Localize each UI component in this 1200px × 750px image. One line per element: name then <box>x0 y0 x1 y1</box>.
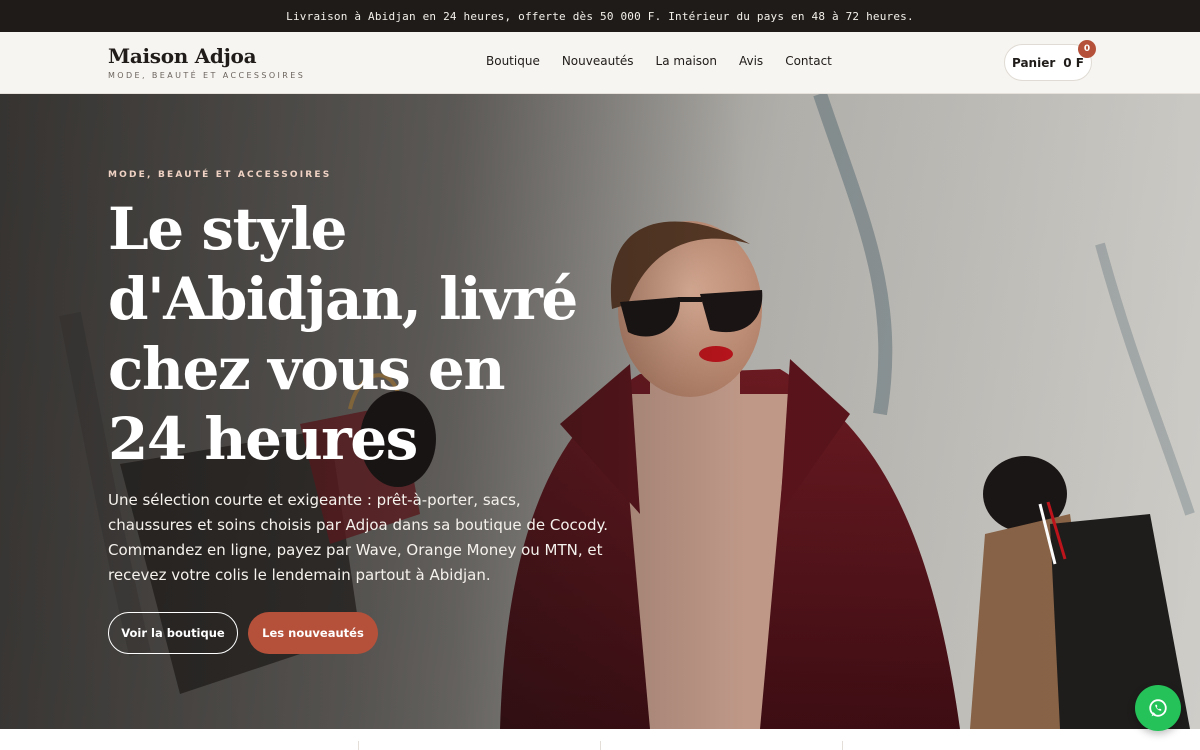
main-nav: Boutique Nouveautés La maison Avis Conta… <box>486 54 832 68</box>
brand-tagline: MODE, BEAUTÉ ET ACCESSOIRES <box>108 71 306 80</box>
shop-button[interactable]: Voir la boutique <box>108 612 238 654</box>
nav-item-contact[interactable]: Contact <box>785 54 832 68</box>
cart-count-badge: 0 <box>1078 40 1096 58</box>
brand-name[interactable]: Maison Adjoa <box>108 44 305 68</box>
announcement-bar: Livraison à Abidjan en 24 heures, offert… <box>0 0 1200 32</box>
nav-item-la-maison[interactable]: La maison <box>656 54 717 68</box>
cart-label: Panier <box>1011 55 1056 70</box>
features-strip <box>0 729 1200 750</box>
nav-item-avis[interactable]: Avis <box>739 54 763 68</box>
whatsapp-icon <box>1149 699 1167 717</box>
nav-item-nouveautes[interactable]: Nouveautés <box>562 54 634 68</box>
hero-description: Une sélection courte et exigeante : prêt… <box>108 491 608 584</box>
cart-total: 0 F <box>1063 55 1085 70</box>
hero-eyebrow: MODE, BEAUTÉ ET ACCESSOIRES <box>108 170 332 180</box>
announcement-text: Livraison à Abidjan en 24 heures, offert… <box>286 9 914 23</box>
new-arrivals-button[interactable]: Les nouveautés <box>248 612 378 654</box>
site-header: Maison Adjoa MODE, BEAUTÉ ET ACCESSOIRES… <box>0 32 1200 94</box>
hero-headline: Le style d'Abidjan, livré chez vous en 2… <box>108 195 578 473</box>
strip-divider <box>358 741 359 750</box>
strip-divider <box>842 741 843 750</box>
nav-item-boutique[interactable]: Boutique <box>486 54 540 68</box>
brand-logo[interactable]: Maison Adjoa MODE, BEAUTÉ ET ACCESSOIRES <box>108 44 305 80</box>
strip-divider <box>600 741 601 750</box>
whatsapp-button[interactable] <box>1135 685 1181 731</box>
hero-section: MODE, BEAUTÉ ET ACCESSOIRES Le style d'A… <box>0 94 1200 729</box>
